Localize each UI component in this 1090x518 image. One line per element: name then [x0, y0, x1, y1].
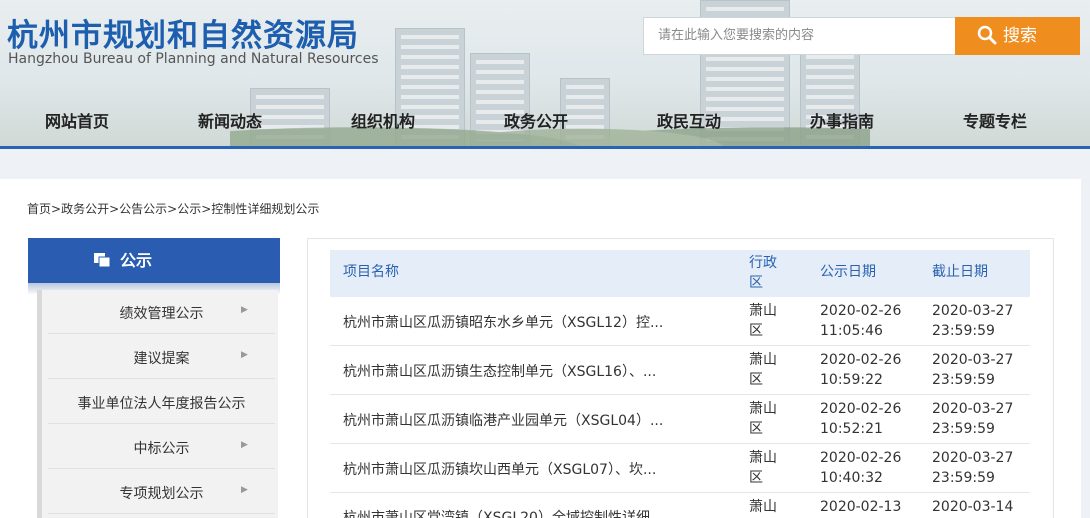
- row-divider: [330, 492, 1030, 493]
- table-cell: 23:59:59: [932, 372, 995, 388]
- search-button[interactable]: 搜索: [955, 17, 1080, 55]
- site-logo-subtitle: Hangzhou Bureau of Planning and Natural …: [8, 51, 379, 67]
- breadcrumb: 首页>政务公开>公告公示>公示>控制性详细规划公示: [27, 200, 319, 217]
- nav-item-service-guide[interactable]: 办事指南: [772, 108, 912, 132]
- table-row-project-link[interactable]: 杭州市萧山区瓜沥镇临港产业园单元（XSGL04）...: [343, 411, 663, 431]
- row-divider: [330, 394, 1030, 395]
- column-header-deadline: 截止日期: [932, 264, 988, 280]
- table-cell: 2020-02-26: [820, 450, 902, 466]
- table-row-publish-date: 2020-02-26 10:52:21: [820, 399, 901, 439]
- nav-underline: [0, 146, 1090, 149]
- sidebar-item-bid-award[interactable]: 中标公示 ▶: [48, 425, 275, 469]
- sidebar-item-proposals[interactable]: 建议提案 ▶: [48, 335, 275, 379]
- column-header-publish-date: 公示日期: [820, 264, 876, 280]
- sidebar-header: 公示: [28, 238, 280, 283]
- chevron-right-icon: ▶: [241, 305, 248, 315]
- table-row-project-link[interactable]: 杭州市萧山区党湾镇（XSGL20）全域控制性详细...: [343, 508, 663, 518]
- table-cell: 10:52:21: [820, 421, 883, 437]
- table-cell: 2020-03-27: [932, 352, 1014, 368]
- table-cell: 2020-02-26: [820, 401, 902, 417]
- table-row-project-link[interactable]: 杭州市萧山区瓜沥镇坎山西单元（XSGL07）、坎...: [343, 460, 656, 480]
- table-row-deadline: 2020-03-27 23:59:59: [932, 399, 1013, 439]
- table-row-publish-date: 2020-02-26 11:05:46: [820, 301, 901, 341]
- table-cell: 2020-03-27: [932, 401, 1014, 417]
- table-cell: 萧山: [749, 450, 777, 466]
- column-header-project-name: 项目名称: [343, 264, 399, 280]
- breadcrumb-separator: >: [167, 202, 178, 216]
- table-cell: 23:59:59: [932, 323, 995, 339]
- sidebar-item-performance[interactable]: 绩效管理公示 ▶: [48, 290, 275, 334]
- site-logo-title[interactable]: 杭州市规划和自然资源局: [7, 10, 359, 55]
- column-header-district-line1: 行政: [749, 255, 777, 271]
- table-row-district: 萧山区: [749, 399, 777, 439]
- table-cell: 区: [749, 323, 763, 339]
- document-icon: [94, 239, 111, 268]
- table-cell: 2020-02-26: [820, 303, 902, 319]
- column-header-district: 行政 区: [749, 253, 777, 293]
- breadcrumb-separator: >: [201, 202, 212, 216]
- site-header: 杭州市规划和自然资源局 Hangzhou Bureau of Planning …: [0, 0, 1090, 148]
- breadcrumb-home[interactable]: 首页: [27, 202, 51, 216]
- main-nav: 网站首页 新闻动态 组织机构 政务公开 政民互动 办事指南 专题专栏: [0, 98, 1090, 144]
- table-cell: 10:40:32: [820, 470, 883, 486]
- table-row-deadline: 2020-03-27 23:59:59: [932, 301, 1013, 341]
- search-button-label: 搜索: [1003, 26, 1037, 46]
- table-row-district: 萧山区: [749, 301, 777, 341]
- row-divider: [330, 443, 1030, 444]
- breadcrumb-announcements[interactable]: 公告公示: [119, 202, 167, 216]
- nav-item-government-affairs[interactable]: 政务公开: [466, 108, 606, 132]
- breadcrumb-government-affairs[interactable]: 政务公开: [61, 202, 109, 216]
- table-row-publish-date: 2020-02-26 10:40:32: [820, 448, 901, 488]
- table-cell: 2020-03-27: [932, 450, 1014, 466]
- column-header-district-line2: 区: [749, 275, 763, 291]
- table-row-deadline: 2020-03-14: [932, 497, 1013, 517]
- table-cell: 2020-03-14: [932, 499, 1014, 515]
- breadcrumb-current-page[interactable]: 控制性详细规划公示: [211, 202, 319, 216]
- table-cell: 区: [749, 372, 763, 388]
- table-row-district: 萧山: [749, 497, 777, 517]
- table-cell: 区: [749, 421, 763, 437]
- sidebar-title: 公示: [120, 251, 153, 270]
- table-cell: 2020-02-26: [820, 352, 902, 368]
- table-cell: 10:59:22: [820, 372, 883, 388]
- table-row-district: 萧山区: [749, 350, 777, 390]
- table-row-district: 萧山区: [749, 448, 777, 488]
- sidebar-item-annual-report[interactable]: 事业单位法人年度报告公示: [48, 380, 275, 424]
- table-cell: 2020-03-27: [932, 303, 1014, 319]
- table-cell: 萧山: [749, 401, 777, 417]
- table-cell: 11:05:46: [820, 323, 883, 339]
- table-cell: 2020-02-13: [820, 499, 902, 515]
- table-row-deadline: 2020-03-27 23:59:59: [932, 350, 1013, 390]
- table-row-publish-date: 2020-02-26 10:59:22: [820, 350, 901, 390]
- search-input[interactable]: 请在此输入您要搜索的内容: [643, 17, 955, 55]
- nav-item-organization[interactable]: 组织机构: [313, 108, 453, 132]
- nav-item-special-topics[interactable]: 专题专栏: [925, 108, 1065, 132]
- table-cell: 23:59:59: [932, 421, 995, 437]
- table-row-publish-date: 2020-02-13: [820, 497, 901, 517]
- sidebar-list: 绩效管理公示 ▶ 建议提案 ▶ 事业单位法人年度报告公示 中标公示 ▶ 专项规划…: [37, 290, 278, 518]
- nav-item-home[interactable]: 网站首页: [7, 108, 147, 132]
- table-row-project-link[interactable]: 杭州市萧山区瓜沥镇昭东水乡单元（XSGL12）控...: [343, 313, 663, 333]
- table-cell: 萧山: [749, 499, 777, 515]
- table-cell: 萧山: [749, 303, 777, 319]
- table-cell: 23:59:59: [932, 470, 995, 486]
- table-row-deadline: 2020-03-27 23:59:59: [932, 448, 1013, 488]
- chevron-right-icon: ▶: [241, 440, 248, 450]
- breadcrumb-public-notice[interactable]: 公示: [177, 202, 201, 216]
- table-header-row: [330, 250, 1030, 297]
- chevron-right-icon: ▶: [241, 485, 248, 495]
- sidebar-item-special-planning[interactable]: 专项规划公示 ▶: [48, 470, 275, 514]
- breadcrumb-separator: >: [51, 202, 62, 216]
- breadcrumb-separator: >: [109, 202, 120, 216]
- table-cell: 区: [749, 470, 763, 486]
- chevron-right-icon: ▶: [241, 350, 248, 360]
- sidebar-item-label: 事业单位法人年度报告公示: [77, 396, 246, 412]
- search-icon: [977, 21, 997, 45]
- nav-item-news[interactable]: 新闻动态: [160, 108, 300, 132]
- table-cell: 萧山: [749, 352, 777, 368]
- row-divider: [330, 345, 1030, 346]
- table-row-project-link[interactable]: 杭州市萧山区瓜沥镇生态控制单元（XSGL16）、...: [343, 362, 656, 382]
- nav-item-interaction[interactable]: 政民互动: [619, 108, 759, 132]
